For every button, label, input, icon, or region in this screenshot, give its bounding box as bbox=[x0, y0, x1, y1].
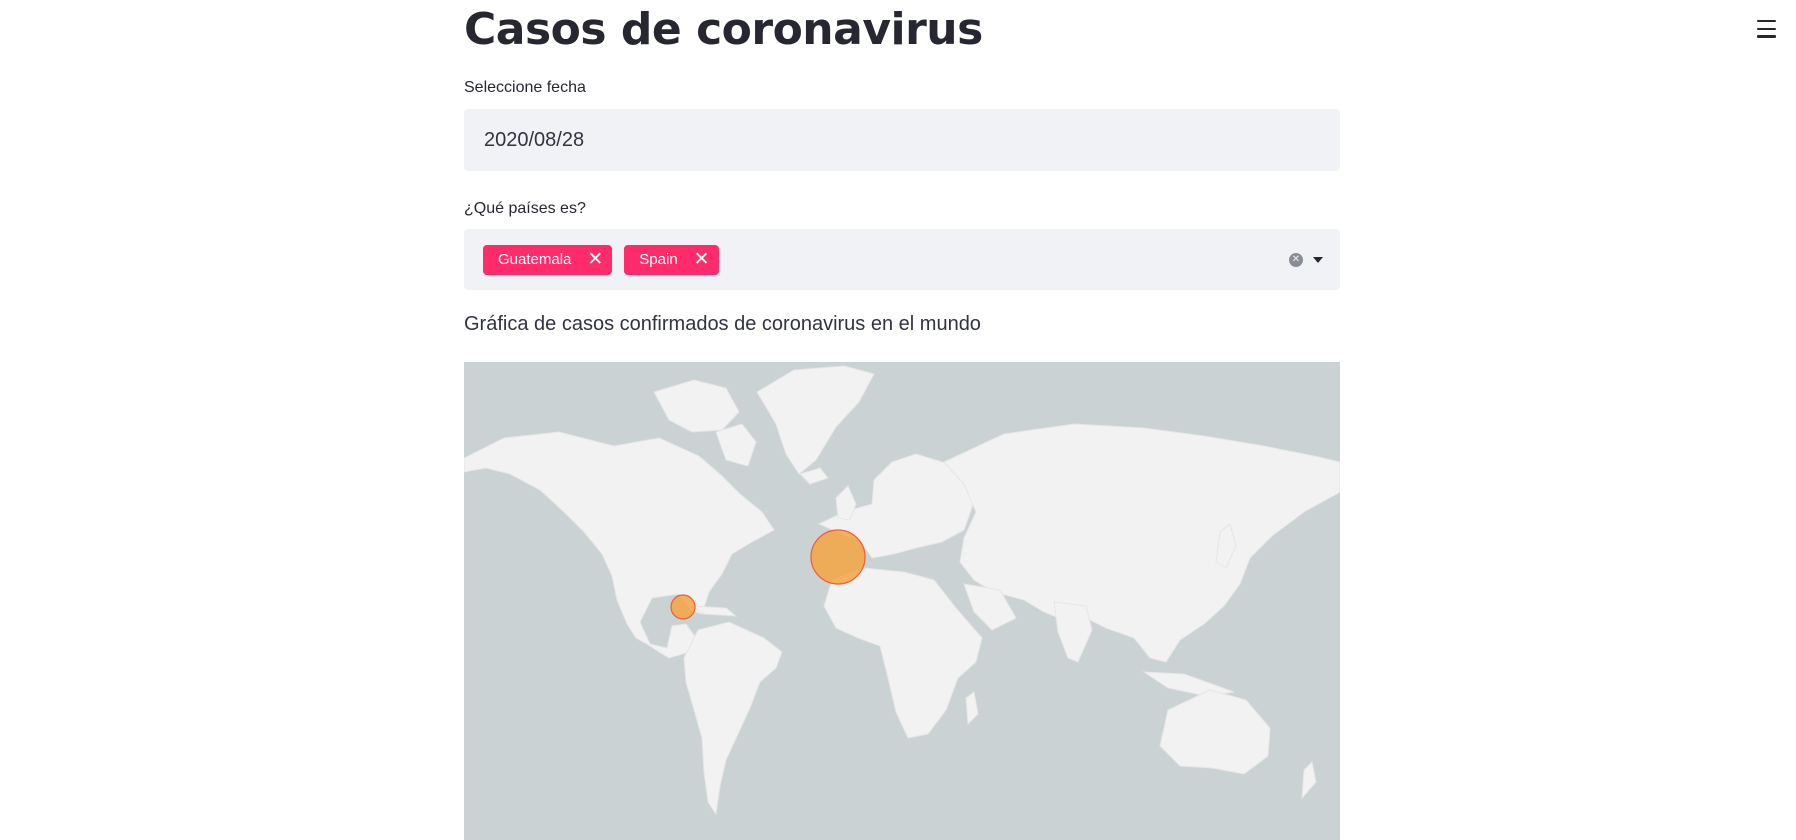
tag-label: Spain bbox=[639, 251, 678, 268]
land-cuba bbox=[690, 605, 738, 617]
hamburger-menu-icon[interactable] bbox=[1756, 20, 1778, 40]
date-input[interactable]: 2020/08/28 bbox=[464, 109, 1340, 171]
page-title: Casos de coronavirus bbox=[464, 4, 983, 55]
land-iceland bbox=[799, 467, 829, 485]
country-multiselect[interactable]: Guatemala ✕ Spain ✕ ✕ bbox=[464, 229, 1340, 290]
caret-down-icon[interactable] bbox=[1313, 256, 1323, 263]
marker-guatemala[interactable] bbox=[670, 594, 696, 620]
close-icon[interactable]: ✕ bbox=[587, 250, 603, 269]
map-svg bbox=[464, 365, 1340, 816]
land-madagascar bbox=[965, 691, 979, 726]
land-greenland bbox=[756, 365, 875, 475]
land-australia bbox=[1159, 689, 1271, 775]
country-select-label: ¿Qué países es? bbox=[464, 200, 586, 217]
close-icon[interactable]: ✕ bbox=[694, 250, 710, 269]
map-heading: Gráfica de casos confirmados de coronavi… bbox=[464, 313, 981, 335]
land-baffin bbox=[715, 423, 757, 467]
marker-spain[interactable] bbox=[810, 529, 866, 585]
land-arctic-islands bbox=[653, 379, 740, 433]
multiselect-controls: ✕ bbox=[1289, 229, 1323, 290]
land-africa bbox=[823, 567, 983, 739]
tag-spain: Spain ✕ bbox=[624, 244, 719, 275]
clear-circle-icon[interactable]: ✕ bbox=[1289, 252, 1303, 267]
date-label: Seleccione fecha bbox=[464, 79, 586, 96]
tag-guatemala: Guatemala ✕ bbox=[483, 244, 613, 275]
land-india bbox=[1053, 601, 1093, 663]
land-masses bbox=[464, 365, 1340, 816]
date-value: 2020/08/28 bbox=[484, 128, 585, 151]
land-new-zealand bbox=[1301, 760, 1317, 800]
world-map[interactable] bbox=[464, 362, 1340, 840]
land-asia bbox=[943, 423, 1340, 663]
tag-label: Guatemala bbox=[498, 251, 572, 268]
land-south-america bbox=[683, 621, 783, 816]
